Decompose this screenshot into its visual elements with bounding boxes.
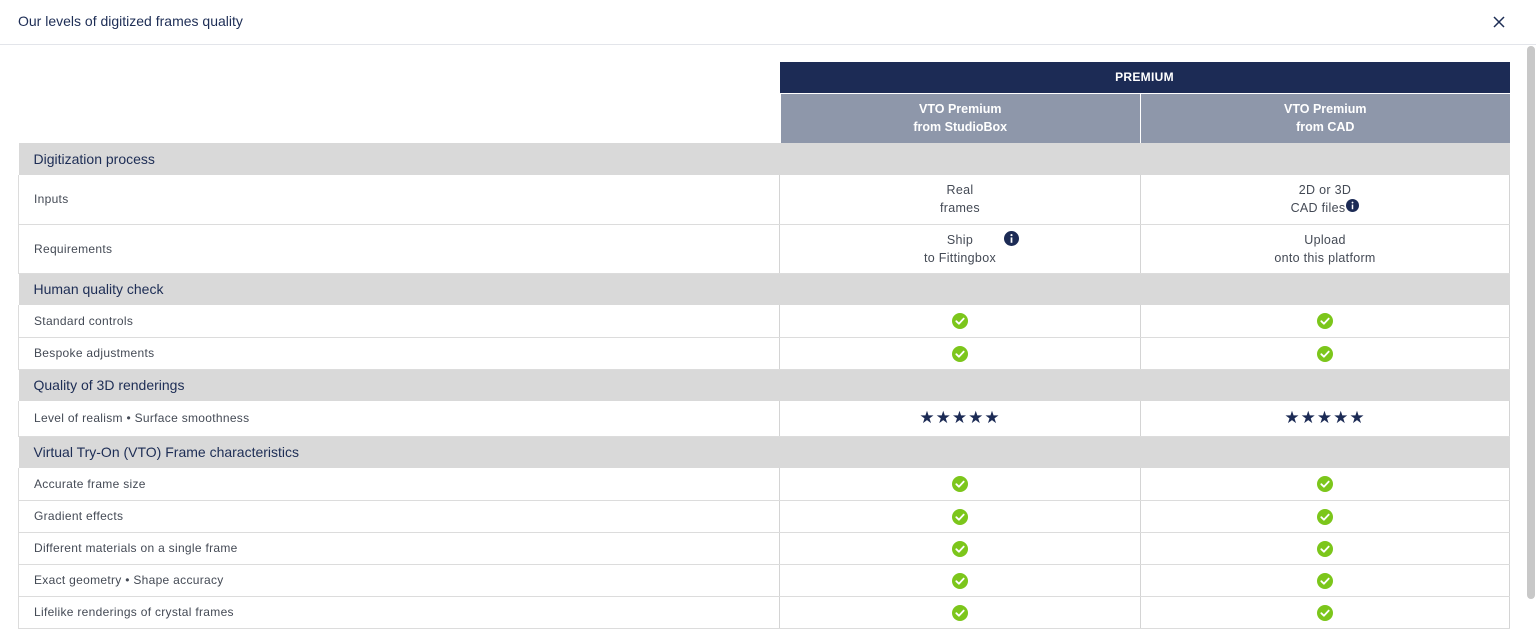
table-cell	[1140, 337, 1510, 370]
row-label: Exact geometry • Shape accuracy	[18, 564, 780, 597]
section-row: Quality of 3D renderings	[18, 369, 1510, 401]
row-label: Lifelike renderings of crystal frames	[18, 596, 780, 629]
dialog-header: Our levels of digitized frames quality	[0, 0, 1536, 45]
section-row: Virtual Try-On (VTO) Frame characteristi…	[18, 436, 1510, 468]
star-rating: ★★★★★	[919, 407, 1001, 427]
check-icon	[1317, 572, 1333, 589]
table-cell	[1140, 305, 1510, 338]
cell-line: to Fittingbox	[924, 250, 996, 265]
cell-line: Upload	[1304, 232, 1346, 247]
cell-line: frames	[939, 201, 980, 216]
tier-header-row: PREMIUM	[19, 62, 1510, 93]
section-row: Digitization process	[18, 143, 1510, 175]
column-header-cad: VTO Premium from CAD	[1140, 92, 1510, 143]
cell-text: CAD files	[1290, 201, 1346, 216]
table-cell: ★★★★★	[779, 401, 1141, 437]
table-row: Bespoke adjustments	[18, 337, 1510, 370]
table-row: Level of realism • Surface smoothness ★★…	[18, 401, 1510, 437]
table-cell: ★★★★★	[1140, 401, 1510, 437]
cell-line: Real	[946, 183, 974, 198]
table-cell	[779, 500, 1141, 533]
check-icon	[952, 540, 968, 557]
table-cell: Ship to Fittingbox	[779, 224, 1141, 274]
table-cell	[779, 305, 1141, 338]
check-icon	[952, 604, 968, 621]
row-label: Accurate frame size	[18, 468, 780, 501]
table-cell: Upload onto this platform	[1140, 224, 1510, 274]
table-cell	[1140, 468, 1510, 501]
table-row: Exact geometry • Shape accuracy	[18, 564, 1510, 597]
check-icon	[1317, 476, 1333, 493]
section-title-digitization: Digitization process	[18, 143, 1510, 175]
comparison-table: PREMIUM VTO Premium from StudioBox VTO P…	[18, 62, 1510, 629]
cell-line: 2D or 3D	[1298, 183, 1352, 198]
section-row: Human quality check	[18, 273, 1510, 305]
check-icon	[1317, 540, 1333, 557]
variant-header-row: VTO Premium from StudioBox VTO Premium f…	[19, 92, 1510, 143]
row-label: Requirements	[18, 224, 780, 274]
table-row: Different materials on a single frame	[18, 532, 1510, 565]
table-cell	[779, 596, 1141, 629]
table-cell: 2D or 3D CAD files	[1140, 175, 1510, 225]
row-label: Different materials on a single frame	[18, 532, 780, 565]
table-row: Inputs Real frames 2D or 3D CAD files	[18, 175, 1510, 225]
table-cell: Real frames	[779, 175, 1141, 225]
check-icon	[1317, 345, 1333, 362]
section-title-vto: Virtual Try-On (VTO) Frame characteristi…	[18, 436, 1510, 468]
check-icon	[952, 345, 968, 362]
table-row: Requirements Ship to Fittingbox Upload o…	[18, 224, 1510, 274]
table-cell	[779, 564, 1141, 597]
table-row: Lifelike renderings of crystal frames	[18, 596, 1510, 629]
info-icon[interactable]	[1004, 230, 1019, 246]
star-rating: ★★★★★	[1284, 407, 1366, 427]
dialog-title: Our levels of digitized frames quality	[18, 13, 243, 29]
column-header-line: VTO Premium	[1284, 102, 1367, 117]
table-cell	[779, 468, 1141, 501]
table-row: Gradient effects	[18, 500, 1510, 533]
tier-header: PREMIUM	[779, 62, 1510, 93]
table-cell	[779, 337, 1141, 370]
table-cell	[1140, 500, 1510, 533]
check-icon	[1317, 313, 1333, 330]
row-label: Standard controls	[18, 305, 780, 338]
column-header-line: from StudioBox	[913, 120, 1008, 135]
table-cell	[779, 532, 1141, 565]
table-cell	[1140, 596, 1510, 629]
table-cell	[1140, 532, 1510, 565]
column-header-line: from CAD	[1296, 120, 1355, 135]
section-title-quality-check: Human quality check	[18, 273, 1510, 305]
dialog-body[interactable]: PREMIUM VTO Premium from StudioBox VTO P…	[0, 46, 1536, 633]
cell-line-with-info: Ship	[780, 230, 1140, 249]
cell-line: onto this platform	[1274, 250, 1376, 265]
scrollbar-thumb[interactable]	[1527, 46, 1535, 599]
table-row: Accurate frame size	[18, 468, 1510, 501]
section-title-renderings: Quality of 3D renderings	[18, 369, 1510, 401]
check-icon	[1317, 604, 1333, 621]
check-icon	[952, 313, 968, 330]
check-icon	[952, 572, 968, 589]
close-button[interactable]	[1488, 11, 1510, 33]
check-icon	[952, 508, 968, 525]
close-icon	[1493, 16, 1505, 28]
info-icon[interactable]	[1346, 199, 1360, 213]
row-label: Inputs	[18, 175, 780, 225]
table-cell	[1140, 564, 1510, 597]
check-icon	[952, 476, 968, 493]
row-label: Bespoke adjustments	[18, 337, 780, 370]
row-label: Gradient effects	[18, 500, 780, 533]
check-icon	[1317, 508, 1333, 525]
column-header-studiobox: VTO Premium from StudioBox	[778, 92, 1141, 143]
table-row: Standard controls	[18, 305, 1510, 338]
cell-text: Ship	[946, 232, 974, 247]
column-header-line: VTO Premium	[919, 102, 1002, 117]
row-label: Level of realism • Surface smoothness	[18, 401, 780, 437]
cell-line-with-info: CAD files	[1141, 199, 1509, 217]
